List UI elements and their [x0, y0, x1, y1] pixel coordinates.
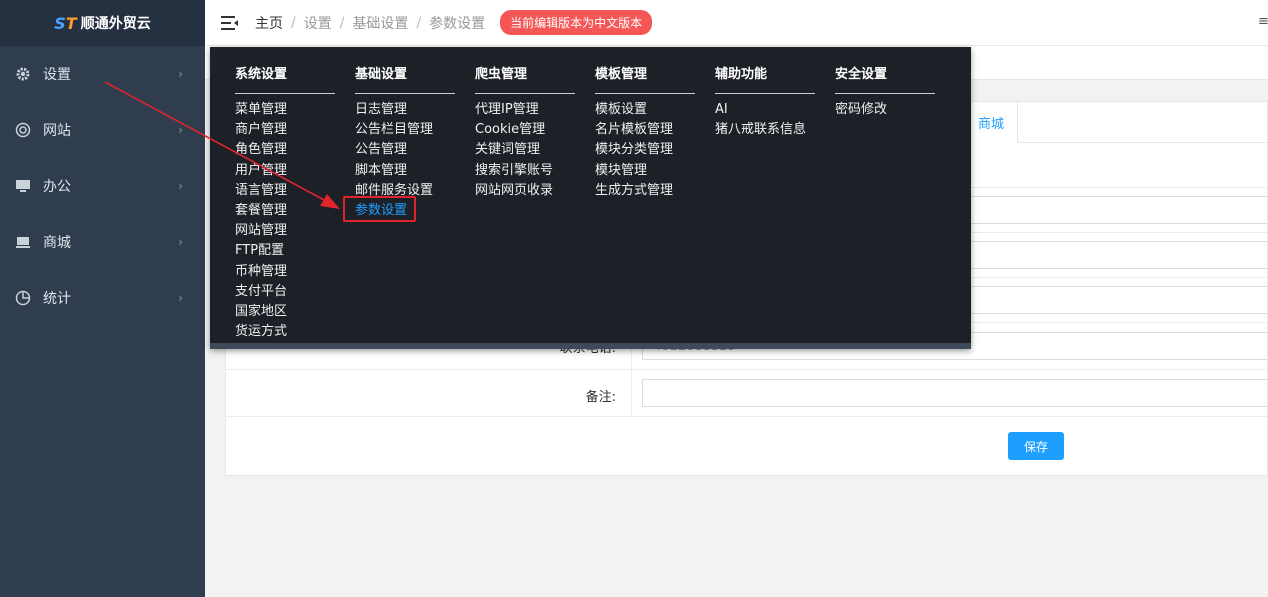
top-header: 主页 / 设置 / 基础设置 / 参数设置 当前编辑版本为中文版本 ≡: [205, 0, 1268, 46]
menu-item[interactable]: 公告管理: [355, 140, 455, 160]
sidebar: ST 顺通外贸云 设置 › 网站 › 办公 › 商城 › 统计 ›: [0, 0, 205, 597]
divider: [235, 93, 335, 94]
menu-column-title: 辅助功能: [715, 67, 768, 82]
menu-item[interactable]: 关键词管理: [475, 140, 575, 160]
breadcrumb-separator: /: [339, 14, 345, 31]
column-divider: [631, 370, 632, 416]
menu-bottom-bar: [210, 343, 971, 349]
language-badge: 当前编辑版本为中文版本: [500, 10, 653, 35]
form-row-remark: 备注:: [226, 370, 1267, 417]
menu-item[interactable]: 名片模板管理: [595, 120, 695, 140]
menu-item[interactable]: 菜单管理: [235, 100, 335, 120]
divider: [355, 93, 455, 94]
logo-text: 顺通外贸云: [80, 16, 151, 32]
monitor-icon: [14, 177, 32, 195]
remark-label: 备注:: [585, 390, 616, 405]
settings-mega-menu: 系统设置 菜单管理 商户管理 角色管理 用户管理 语言管理 套餐管理 网站管理 …: [210, 47, 971, 349]
sidebar-item-office[interactable]: 办公 ›: [0, 158, 205, 214]
sidebar-item-website[interactable]: 网站 ›: [0, 102, 205, 158]
menu-item[interactable]: 猪八戒联系信息: [715, 120, 815, 140]
annotation-highlight-box: [343, 196, 416, 222]
chevron-right-icon: ›: [178, 179, 183, 193]
menu-column-title: 爬虫管理: [475, 67, 528, 82]
header-right-menu-icon[interactable]: ≡: [1258, 14, 1268, 30]
menu-toggle-button[interactable]: [205, 0, 255, 46]
menu-item[interactable]: FTP配置: [235, 241, 335, 261]
menu-column-crawler: 爬虫管理 代理IP管理 Cookie管理 关键词管理 搜索引擎账号 网站网页收录: [475, 65, 575, 201]
menu-column-system: 系统设置 菜单管理 商户管理 角色管理 用户管理 语言管理 套餐管理 网站管理 …: [235, 65, 335, 342]
breadcrumb-home[interactable]: 主页: [255, 13, 283, 33]
menu-item[interactable]: Cookie管理: [475, 120, 575, 140]
menu-item[interactable]: 角色管理: [235, 140, 335, 160]
menu-item[interactable]: AI: [715, 100, 815, 120]
menu-column-title: 基础设置: [355, 67, 408, 82]
gear-icon: [14, 65, 32, 83]
breadcrumb-param-settings[interactable]: 参数设置: [429, 13, 485, 33]
menu-item[interactable]: 语言管理: [235, 181, 335, 201]
menu-column-assist: 辅助功能 AI 猪八戒联系信息: [715, 65, 815, 140]
menu-item[interactable]: 网站管理: [235, 221, 335, 241]
menu-item[interactable]: 模块管理: [595, 161, 695, 181]
menu-item[interactable]: 支付平台: [235, 282, 335, 302]
sidebar-item-label: 设置: [43, 67, 71, 83]
menu-item[interactable]: 用户管理: [235, 161, 335, 181]
menu-item[interactable]: 生成方式管理: [595, 181, 695, 201]
menu-item[interactable]: 商户管理: [235, 120, 335, 140]
menu-item[interactable]: 日志管理: [355, 100, 455, 120]
globe-icon: [14, 121, 32, 139]
breadcrumb-separator: /: [416, 14, 422, 31]
menu-item[interactable]: 套餐管理: [235, 201, 335, 221]
divider: [595, 93, 695, 94]
menu-item[interactable]: 币种管理: [235, 262, 335, 282]
divider: [835, 93, 935, 94]
pie-chart-icon: [14, 289, 32, 307]
sidebar-item-label: 统计: [43, 291, 71, 307]
chevron-right-icon: ›: [178, 291, 183, 305]
logo[interactable]: ST 顺通外贸云: [0, 0, 205, 46]
logo-mark: ST: [54, 13, 77, 33]
menu-item[interactable]: 网站网页收录: [475, 181, 575, 201]
breadcrumb-settings[interactable]: 设置: [304, 13, 332, 33]
menu-item[interactable]: 模块分类管理: [595, 140, 695, 160]
breadcrumb-separator: /: [291, 14, 296, 31]
menu-column-template: 模板管理 模板设置 名片模板管理 模块分类管理 模块管理 生成方式管理: [595, 65, 695, 201]
sidebar-item-label: 办公: [43, 179, 71, 195]
chevron-right-icon: ›: [178, 235, 183, 249]
sidebar-item-mall[interactable]: 商城 ›: [0, 214, 205, 270]
menu-column-title: 模板管理: [595, 67, 648, 82]
menu-item[interactable]: 代理IP管理: [475, 100, 575, 120]
chevron-right-icon: ›: [178, 67, 183, 81]
menu-item[interactable]: 公告栏目管理: [355, 120, 455, 140]
menu-item[interactable]: 国家地区: [235, 302, 335, 322]
store-icon: [14, 233, 32, 251]
menu-item[interactable]: 搜索引擎账号: [475, 161, 575, 181]
remark-input[interactable]: [642, 379, 1267, 407]
menu-fold-icon: [221, 15, 238, 30]
menu-column-title: 系统设置: [235, 67, 288, 82]
menu-item[interactable]: 密码修改: [835, 100, 935, 120]
sidebar-item-label: 网站: [43, 123, 71, 139]
breadcrumb: 主页 / 设置 / 基础设置 / 参数设置: [255, 13, 485, 33]
sidebar-item-settings[interactable]: 设置 ›: [0, 46, 205, 102]
menu-column-title: 安全设置: [835, 67, 888, 82]
sidebar-item-label: 商城: [43, 235, 71, 251]
menu-item[interactable]: 货运方式: [235, 322, 335, 342]
menu-item[interactable]: 模板设置: [595, 100, 695, 120]
save-button[interactable]: 保存: [1008, 432, 1064, 460]
chevron-right-icon: ›: [178, 123, 183, 137]
divider: [475, 93, 575, 94]
divider: [715, 93, 815, 94]
menu-column-security: 安全设置 密码修改: [835, 65, 935, 120]
menu-item[interactable]: 脚本管理: [355, 161, 455, 181]
sidebar-item-stats[interactable]: 统计 ›: [0, 270, 205, 326]
breadcrumb-basic-settings[interactable]: 基础设置: [352, 13, 408, 33]
tab-mall[interactable]: 商城: [964, 102, 1018, 143]
